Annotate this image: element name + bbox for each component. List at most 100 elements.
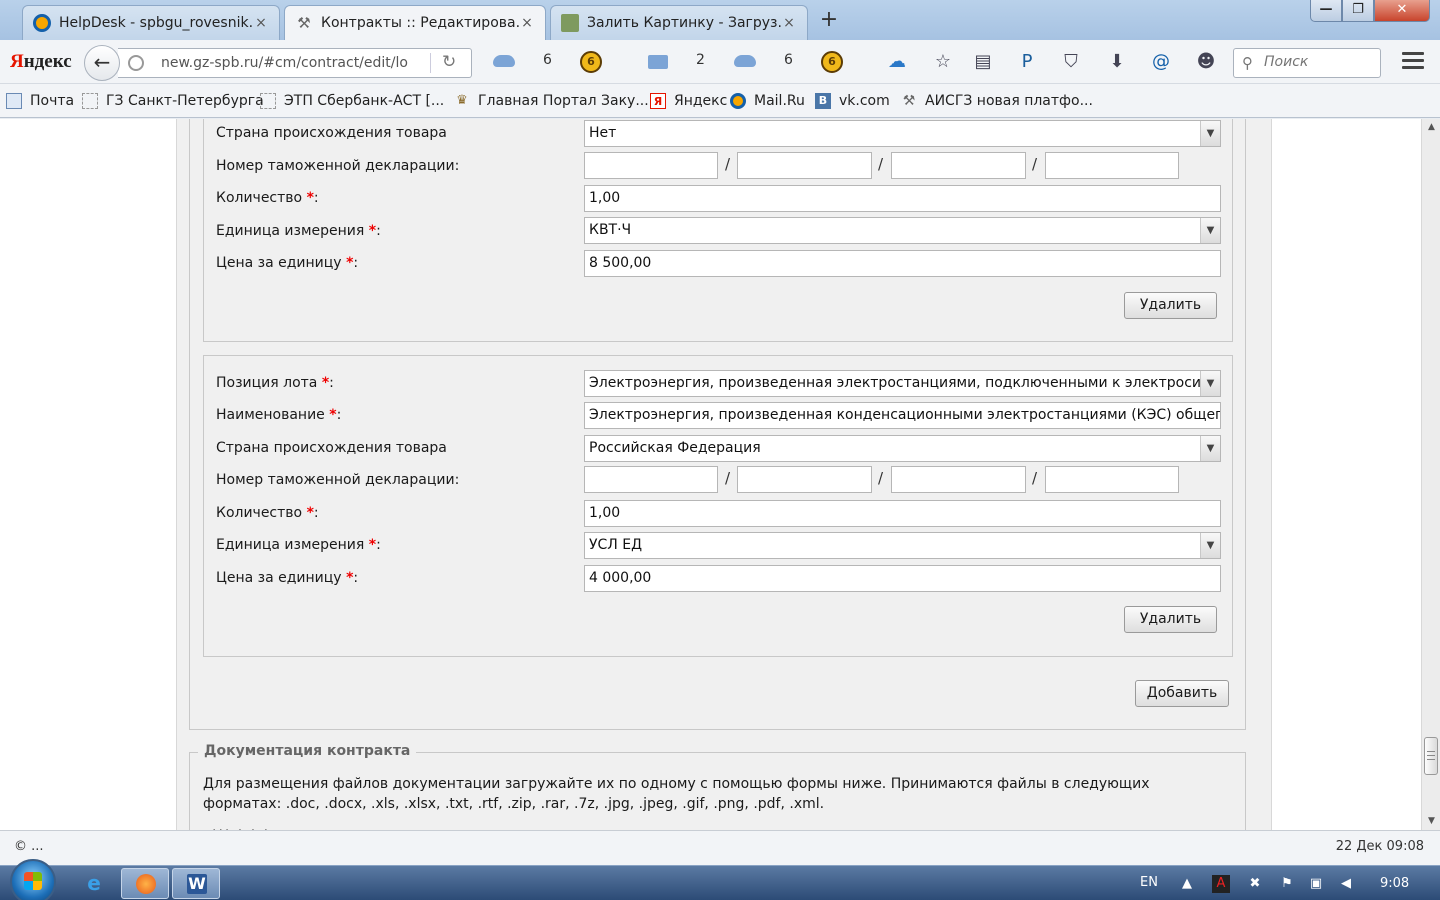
- search-input[interactable]: [1264, 54, 1374, 70]
- page-scrollbar[interactable]: ▲ ▼: [1421, 119, 1440, 830]
- customs-declaration-part2[interactable]: [737, 466, 872, 493]
- cloud-icon[interactable]: [734, 55, 756, 67]
- bookmark-zakupki-portal[interactable]: ♛ Главная Портал Заку...: [454, 91, 649, 111]
- unit-select[interactable]: КВТ·Ч: [584, 217, 1221, 244]
- mail-icon[interactable]: [648, 55, 668, 69]
- chevron-down-icon[interactable]: ▼: [1200, 218, 1220, 243]
- separator-slash: /: [878, 469, 884, 487]
- quantity-input[interactable]: 1,00: [584, 185, 1221, 212]
- tab-title: Контракты :: Редактирова...: [321, 15, 519, 31]
- price-input[interactable]: 8 500,00: [584, 250, 1221, 277]
- scroll-up-arrow-icon[interactable]: ▲: [1422, 119, 1440, 136]
- site-info-icon[interactable]: [128, 55, 144, 71]
- add-item-button[interactable]: Добавить: [1135, 680, 1229, 707]
- bookmark-pochta[interactable]: Почта: [6, 91, 74, 111]
- yandex-logo[interactable]: Яндекс: [10, 51, 72, 73]
- customs-declaration-part1[interactable]: [584, 152, 718, 179]
- download-icon[interactable]: ⬇: [1106, 51, 1128, 73]
- coin-icon[interactable]: 6: [580, 51, 602, 73]
- chevron-down-icon[interactable]: ▼: [1200, 436, 1220, 461]
- bookmark-vk[interactable]: Bvk.com: [815, 91, 890, 111]
- action-center-icon[interactable]: ⚑: [1278, 875, 1296, 893]
- scroll-down-arrow-icon[interactable]: ▼: [1422, 813, 1440, 830]
- tab-contracts[interactable]: ⚒ Контракты :: Редактирова... ×: [284, 5, 546, 40]
- taskbar-firefox[interactable]: [121, 868, 169, 899]
- reload-icon[interactable]: ↻: [442, 52, 456, 72]
- bookmark-star-icon[interactable]: ☆: [932, 51, 954, 73]
- network-icon[interactable]: ▣: [1307, 875, 1325, 893]
- taskbar-clock[interactable]: 9:08: [1380, 876, 1409, 891]
- volume-icon[interactable]: ◀: [1337, 875, 1355, 893]
- customs-declaration-part1[interactable]: [584, 466, 718, 493]
- new-tab-button[interactable]: +: [815, 6, 843, 34]
- taskbar-internet-explorer[interactable]: e: [70, 868, 118, 899]
- smiley-icon[interactable]: ☻: [1195, 51, 1217, 73]
- name-input[interactable]: Электроэнергия, произведенная конденсаци…: [584, 402, 1221, 429]
- country-select[interactable]: Нет: [584, 120, 1221, 147]
- bookmark-yandex[interactable]: Я Яндекс: [650, 91, 727, 111]
- page-icon: [260, 93, 276, 109]
- menu-icon[interactable]: [1402, 52, 1424, 72]
- country-select[interactable]: Российская Федерация: [584, 435, 1221, 462]
- quantity-label: Количество *:: [216, 190, 319, 206]
- address-bar[interactable]: new.gz-spb.ru/#cm/contract/edit/lo ↻: [118, 48, 472, 78]
- customs-declaration-part2[interactable]: [737, 152, 872, 179]
- chevron-down-icon[interactable]: ▼: [1200, 533, 1220, 558]
- bookmark-aisgz[interactable]: ⚒ АИСГЗ новая платфо...: [901, 91, 1093, 111]
- close-window-button[interactable]: ✕: [1374, 0, 1430, 22]
- scrollbar-thumb[interactable]: [1424, 737, 1438, 775]
- chevron-down-icon[interactable]: ▼: [1200, 121, 1220, 146]
- tab-close-icon[interactable]: ×: [519, 15, 535, 31]
- tab-close-icon[interactable]: ×: [781, 15, 797, 31]
- tab-title: HelpDesk - spbgu_rovesnik...: [59, 15, 253, 31]
- status-text: © ...: [14, 839, 44, 854]
- tab-close-icon[interactable]: ×: [253, 15, 269, 31]
- maximize-button[interactable]: ❐: [1342, 0, 1374, 22]
- bookmark-sberbank-ast[interactable]: ЭТП Сбербанк-АСТ [...: [260, 91, 444, 111]
- coin-icon[interactable]: 6: [821, 51, 843, 73]
- price-input[interactable]: 4 000,00: [584, 565, 1221, 592]
- price-label: Цена за единицу *:: [216, 255, 359, 271]
- delete-button[interactable]: Удалить: [1124, 606, 1217, 633]
- parking-icon[interactable]: P: [1016, 51, 1038, 73]
- navigation-toolbar: Яндекс new.gz-spb.ru/#cm/contract/edit/l…: [0, 40, 1440, 84]
- language-indicator[interactable]: EN: [1140, 875, 1158, 890]
- country-label: Страна происхождения товара: [216, 440, 447, 456]
- chevron-down-icon[interactable]: ▼: [1200, 371, 1220, 396]
- page-icon: [82, 93, 98, 109]
- cloud-icon[interactable]: [493, 55, 515, 67]
- divider: [430, 53, 431, 73]
- quantity-input[interactable]: 1,00: [584, 500, 1221, 527]
- weather-icon[interactable]: ☁: [886, 51, 908, 73]
- word-icon: W: [187, 874, 207, 894]
- show-hidden-icons-icon[interactable]: ▲: [1178, 875, 1196, 893]
- taskbar-word[interactable]: W: [172, 868, 220, 899]
- status-datetime: 22 Дек 09:08: [1335, 839, 1424, 854]
- start-button[interactable]: [10, 859, 56, 900]
- windows-taskbar: e W EN ▲ A ✖ ⚑ ▣ ◀ 9:08: [0, 859, 1440, 900]
- customs-declaration-part4[interactable]: [1045, 152, 1179, 179]
- reading-list-icon[interactable]: ▤: [972, 51, 994, 73]
- pocket-icon[interactable]: ⛉: [1060, 51, 1082, 73]
- delete-button[interactable]: Удалить: [1124, 292, 1217, 319]
- customs-declaration-label: Номер таможенной декларации:: [216, 472, 460, 488]
- lot-position-select[interactable]: Электроэнергия, произведенная электроста…: [584, 370, 1221, 397]
- bookmark-mailru[interactable]: Mail.Ru: [730, 91, 805, 111]
- bookmark-gz-spb[interactable]: ГЗ Санкт-Петербурга: [82, 91, 264, 111]
- unit-select[interactable]: УСЛ ЕД: [584, 532, 1221, 559]
- documentation-legend: Документация контракта: [198, 743, 417, 759]
- customs-declaration-part4[interactable]: [1045, 466, 1179, 493]
- customs-declaration-part3[interactable]: [891, 152, 1026, 179]
- search-box[interactable]: ⚲: [1233, 48, 1381, 78]
- tab-helpdesk[interactable]: HelpDesk - spbgu_rovesnik... ×: [22, 5, 280, 40]
- minimize-button[interactable]: —: [1310, 0, 1342, 22]
- customs-declaration-part3[interactable]: [891, 466, 1026, 493]
- tab-upload-image[interactable]: Залить Картинку - Загруз... ×: [550, 5, 808, 40]
- image-icon: [561, 14, 579, 32]
- network-error-icon[interactable]: ✖: [1246, 875, 1264, 893]
- price-label: Цена за единицу *:: [216, 570, 359, 586]
- back-button[interactable]: ←: [84, 45, 120, 81]
- url-text[interactable]: new.gz-spb.ru/#cm/contract/edit/lo: [161, 55, 408, 71]
- adobe-icon[interactable]: A: [1212, 875, 1230, 893]
- mailru-agent-icon[interactable]: @: [1150, 51, 1172, 73]
